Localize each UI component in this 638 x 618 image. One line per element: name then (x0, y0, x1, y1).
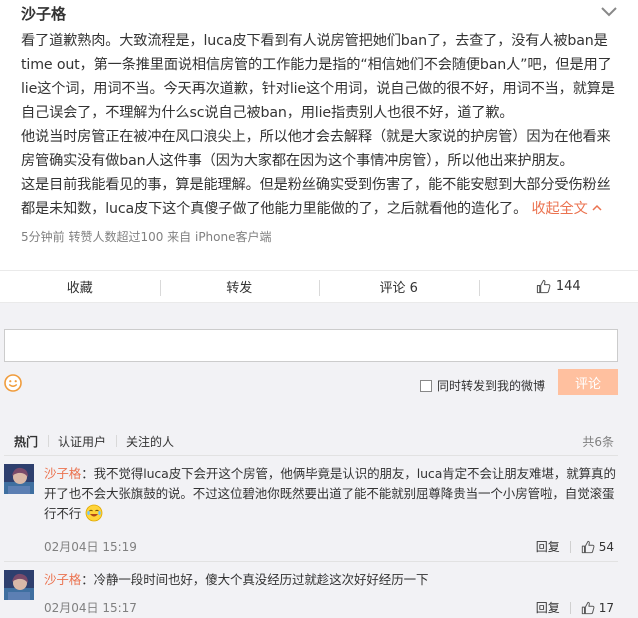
thumbs-up-icon (581, 601, 595, 614)
repost-label: 转发 (226, 281, 253, 296)
divider (4, 455, 618, 456)
chevron-down-icon[interactable] (600, 6, 618, 18)
post-author[interactable]: 沙子格 (21, 3, 66, 24)
comment-body: ：冷静一段时间也好，傻大个真没经历过就趁这次好好经历一下 (81, 572, 429, 587)
chevron-up-icon (592, 204, 602, 211)
repost-button[interactable]: 转发 (159, 271, 320, 302)
comment-input[interactable] (4, 329, 618, 362)
comment-actions: 回复 54 (536, 538, 614, 555)
comment-button[interactable]: 评论 6 (319, 271, 479, 302)
comment-item: 沙子格：我不觉得luca皮下会开这个房管，他俩毕竟是认识的朋友，luca肯定不会… (4, 464, 618, 556)
comment-like-button[interactable]: 54 (581, 540, 614, 554)
divider (4, 561, 618, 562)
forward-checkbox[interactable] (420, 379, 432, 392)
like-count: 144 (555, 279, 581, 294)
favorite-label: 收藏 (66, 281, 93, 296)
comment-time: 02月04日 15:17 (44, 601, 137, 615)
comment-actions: 回复 17 (536, 599, 614, 616)
laughing-tears-emoji-icon (85, 504, 103, 522)
comment-time: 02月04日 15:19 (44, 540, 137, 554)
comment-like-count: 54 (598, 539, 614, 554)
like-button[interactable]: 144 (478, 271, 638, 302)
comment-text: 沙子格：冷静一段时间也好，傻大个真没经历过就趁这次好好经历一下 (44, 570, 618, 590)
comment-item: 沙子格：冷静一段时间也好，傻大个真没经历过就趁这次好好经历一下 02月04日 1… (4, 570, 618, 618)
separator (569, 540, 571, 553)
comment-like-count: 17 (598, 600, 614, 615)
comment-body: ：我不觉得luca皮下会开这个房管，他俩毕竟是认识的朋友，luca肯定不会让朋友… (44, 466, 616, 521)
tab-hot[interactable]: 热门 (4, 433, 48, 450)
post-action-bar: 收藏 转发 评论 6 144 (0, 270, 638, 303)
comment-username[interactable]: 沙子格 (44, 466, 81, 481)
avatar[interactable] (4, 570, 34, 600)
comment-like-button[interactable]: 17 (581, 601, 614, 615)
tab-following[interactable]: 关注的人 (116, 433, 184, 450)
avatar[interactable] (4, 464, 34, 494)
thumbs-up-icon (581, 540, 595, 553)
submit-comment-button[interactable]: 评论 (558, 369, 618, 395)
collapse-link[interactable]: 收起全文 (531, 201, 602, 217)
favorite-button[interactable]: 收藏 (0, 271, 160, 302)
thumbs-up-icon (536, 279, 551, 294)
comment-total: 共6条 (582, 434, 614, 449)
post-meta: 5分钟前 转赞人数超过100 来自 iPhone客户端 (21, 230, 272, 244)
comment-text: 沙子格：我不觉得luca皮下会开这个房管，他俩毕竟是认识的朋友，luca肯定不会… (44, 464, 618, 524)
reply-button[interactable]: 回复 (536, 599, 560, 616)
reply-button[interactable]: 回复 (536, 538, 560, 555)
forward-option: 同时转发到我的微博 (420, 377, 545, 394)
collapse-label: 收起全文 (531, 201, 588, 217)
smiley-icon[interactable] (4, 374, 22, 392)
post-body: 看了道歉熟肉。大致流程是，luca皮下看到有人说房管把她们ban了，去查了，没有… (21, 29, 619, 221)
separator (569, 601, 571, 614)
post-paragraph: 看了道歉熟肉。大致流程是，luca皮下看到有人说房管把她们ban了，去查了，没有… (21, 33, 615, 121)
forward-label: 同时转发到我的微博 (437, 379, 546, 393)
post-paragraph: 他说当时房管正在被冲在风口浪尖上，所以他才会去解释（就是大家说的护房管）因为在他… (21, 129, 611, 169)
comment-username[interactable]: 沙子格 (44, 572, 81, 587)
weibo-post: 沙子格 看了道歉熟肉。大致流程是，luca皮下看到有人说房管把她们ban了，去查… (0, 0, 638, 312)
comment-label: 评论 6 (379, 281, 418, 296)
tab-verified[interactable]: 认证用户 (48, 433, 116, 450)
post-paragraph-text: 这是目前我能看见的事，算是能理解。但是粉丝确实受到伤害了，能不能安慰到大部分受伤… (21, 177, 611, 217)
post-paragraph: 这是目前我能看见的事，算是能理解。但是粉丝确实受到伤害了，能不能安慰到大部分受伤… (21, 173, 619, 221)
comment-panel: 同时转发到我的微博 评论 热门 认证用户 关注的人 共6条 沙子格：我不觉得lu… (0, 303, 638, 618)
comment-filter-bar: 热门 认证用户 关注的人 共6条 (4, 428, 618, 454)
